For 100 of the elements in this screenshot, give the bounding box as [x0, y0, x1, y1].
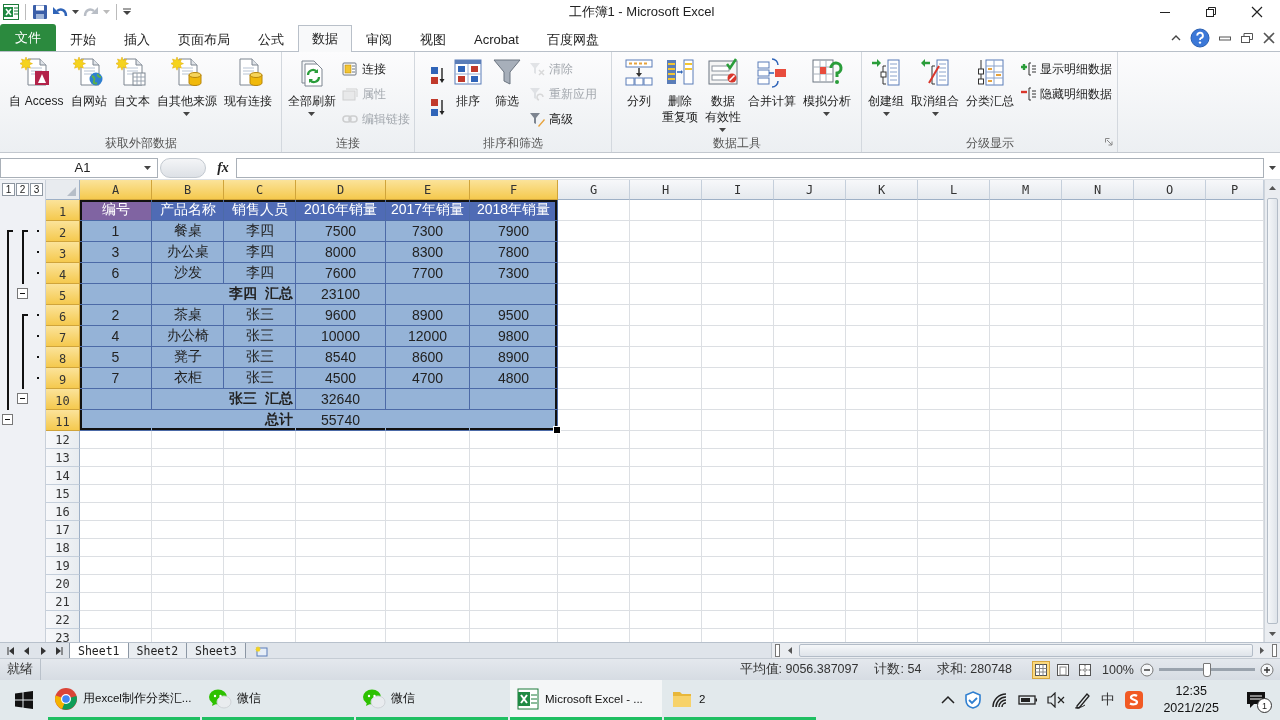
row-header[interactable]: 16 [46, 503, 80, 521]
row-header[interactable]: 23 [46, 629, 80, 642]
ribbon-button[interactable]: 连接 [339, 58, 412, 80]
fill-handle[interactable] [553, 426, 561, 434]
row-header[interactable]: 5 [46, 284, 80, 305]
last-sheet-button[interactable] [55, 646, 64, 655]
taskbar-button[interactable]: Microsoft Excel - ... [510, 680, 662, 720]
input-method-button[interactable]: 中 [1101, 691, 1116, 709]
split-handle[interactable] [1272, 644, 1277, 657]
collapse-button[interactable] [17, 393, 28, 404]
collapse-button[interactable] [2, 414, 13, 425]
ribbon-button[interactable]: 分类汇总 [963, 54, 1017, 109]
ribbon-button[interactable]: 自网站 [67, 54, 110, 109]
name-box[interactable]: A1 [0, 157, 158, 178]
taskbar-button[interactable]: 用excel制作分类汇... [48, 680, 200, 720]
column-header[interactable]: B [152, 180, 224, 200]
restore-button[interactable] [1240, 31, 1254, 44]
row-header[interactable]: 17 [46, 521, 80, 539]
save-button[interactable] [32, 2, 48, 22]
insert-function-button[interactable]: fx [210, 159, 236, 176]
zoom-level-button[interactable]: 100% [1102, 662, 1134, 677]
row-header[interactable]: 2 [46, 221, 80, 242]
ribbon-tab[interactable]: 页面布局 [164, 26, 244, 52]
ribbon-button[interactable]: 创建组 [865, 54, 907, 116]
column-header[interactable]: O [1134, 180, 1206, 200]
zoom-in-button[interactable] [1260, 662, 1274, 677]
column-header[interactable]: D [296, 180, 386, 200]
outline-level-button[interactable]: 2 [16, 183, 29, 196]
row-header[interactable]: 20 [46, 575, 80, 593]
column-header[interactable]: E [386, 180, 470, 200]
column-header[interactable]: L [918, 180, 990, 200]
ribbon-tab[interactable]: 百度网盘 [532, 26, 613, 52]
formula-input[interactable] [236, 157, 1264, 178]
ribbon-tab[interactable]: 审阅 [352, 26, 406, 52]
ribbon-tab[interactable]: 开始 [56, 26, 110, 52]
close-button[interactable] [1262, 31, 1276, 44]
ribbon-button[interactable]: 数据 有效性 [701, 54, 744, 132]
row-header[interactable]: 19 [46, 557, 80, 575]
row-header[interactable]: 15 [46, 485, 80, 503]
battery-button[interactable] [1018, 694, 1039, 706]
help-button[interactable] [1190, 27, 1210, 48]
ribbon-tab[interactable]: 公式 [244, 26, 298, 52]
next-sheet-button[interactable] [39, 646, 46, 655]
ribbon-button[interactable]: 现有连接 [220, 54, 275, 109]
ribbon-button[interactable]: 高级 [526, 108, 599, 130]
column-header[interactable]: I [702, 180, 774, 200]
column-header[interactable]: A [80, 180, 152, 200]
taskbar-button[interactable]: 微信 [356, 680, 508, 720]
slider-thumb[interactable] [1203, 662, 1211, 677]
row-header[interactable]: 10 [46, 389, 80, 410]
ribbon-button[interactable]: 显示明细数据 [1018, 58, 1114, 80]
ribbon-button[interactable]: 删除 重复项 [658, 54, 701, 125]
sheet-tab[interactable]: Sheet2 [127, 643, 188, 658]
ribbon-button[interactable]: 自其他来源 [153, 54, 220, 116]
ribbon-button[interactable]: 筛选 [487, 54, 526, 109]
first-sheet-button[interactable] [6, 646, 15, 655]
ribbon-button[interactable]: 模拟分析 [799, 54, 854, 116]
scroll-thumb[interactable] [799, 644, 1253, 657]
row-header[interactable]: 6 [46, 305, 80, 326]
row-header[interactable]: 14 [46, 467, 80, 485]
ribbon-tab[interactable]: 插入 [110, 26, 164, 52]
previous-sheet-button[interactable] [24, 646, 31, 655]
sheet-tab[interactable]: Sheet1 [69, 643, 129, 658]
ribbon-tab[interactable]: 文件 [0, 24, 56, 51]
row-header[interactable]: 18 [46, 539, 80, 557]
taskbar-button[interactable]: 微信 [202, 680, 354, 720]
row-header[interactable]: 21 [46, 593, 80, 611]
dialog-launcher-button[interactable] [1105, 138, 1113, 146]
outline-level-button[interactable]: 3 [30, 183, 43, 196]
ribbon-button[interactable]: 全部刷新 [284, 54, 339, 116]
clock[interactable]: 12:35 2021/2/25 [1153, 683, 1229, 717]
ribbon-button[interactable]: 自文本 [110, 54, 153, 109]
outline-level-button[interactable]: 1 [2, 183, 15, 196]
row-header[interactable]: 9 [46, 368, 80, 389]
ribbon-tab[interactable]: 数据 [298, 25, 352, 52]
column-header[interactable]: F [470, 180, 558, 200]
horizontal-scrollbar[interactable] [771, 643, 1280, 658]
ime-button[interactable] [1124, 690, 1145, 710]
column-header[interactable]: K [846, 180, 918, 200]
column-header[interactable]: G [558, 180, 630, 200]
ribbon-button[interactable]: 取消组合 [908, 54, 962, 116]
row-header[interactable]: 12 [46, 431, 80, 449]
row-header[interactable]: 7 [46, 326, 80, 347]
ribbon-button[interactable]: 合并计算 [744, 54, 799, 109]
ribbon-button[interactable]: 隐藏明细数据 [1018, 83, 1114, 105]
column-header[interactable]: H [630, 180, 702, 200]
ribbon-tab[interactable]: 视图 [406, 26, 460, 52]
ribbon-button[interactable]: 排序 [448, 54, 487, 109]
volume-button[interactable] [1047, 692, 1066, 708]
scroll-thumb[interactable] [1267, 198, 1278, 624]
row-header[interactable]: 3 [46, 242, 80, 263]
ribbon-button[interactable]: 分列 [619, 54, 658, 109]
vertical-scrollbar[interactable] [1264, 180, 1280, 642]
column-header[interactable]: M [990, 180, 1062, 200]
split-handle[interactable] [775, 644, 780, 657]
taskbar-button[interactable]: 2 [664, 680, 816, 720]
collapse-button[interactable] [17, 288, 28, 299]
tray-button[interactable] [964, 691, 983, 709]
row-header[interactable]: 22 [46, 611, 80, 629]
show-hidden-icons-button[interactable] [941, 695, 956, 705]
